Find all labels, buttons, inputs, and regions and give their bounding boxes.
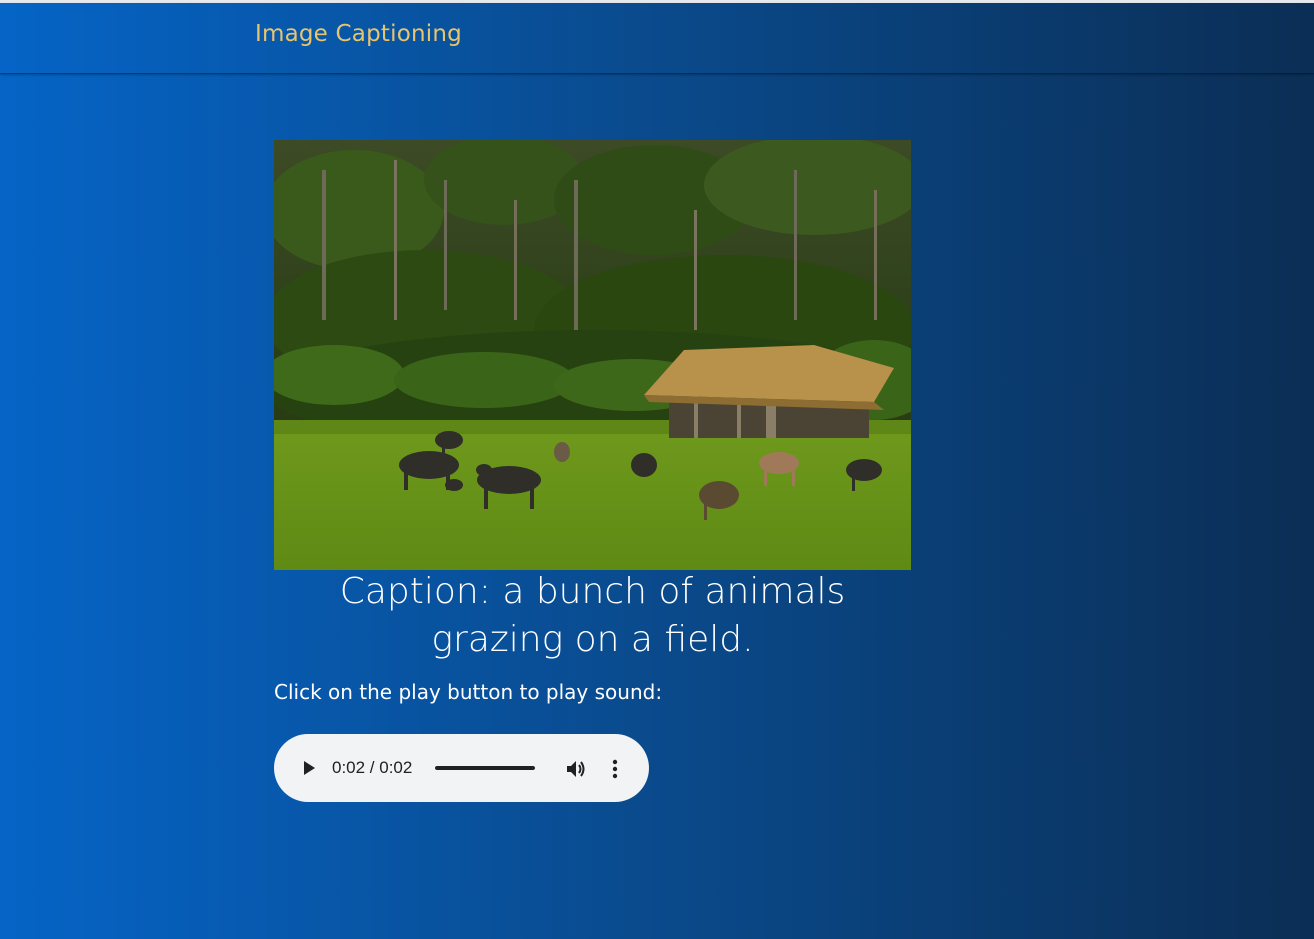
more-options-icon[interactable] [610,758,620,780]
audio-player[interactable]: 0:02 / 0:02 [274,734,649,802]
progress-slider[interactable] [435,766,535,770]
navbar: Image Captioning [0,3,1314,74]
progress-fill [435,766,535,770]
grazing-field-photo [274,140,911,570]
play-icon[interactable] [301,760,317,776]
caption-text: Caption: a bunch of animals grazing on a… [339,571,846,660]
play-instruction: Click on the play button to play sound: [274,680,663,704]
volume-icon[interactable] [565,758,587,780]
brand-title[interactable]: Image Captioning [255,21,462,47]
time-display: 0:02 / 0:02 [332,758,413,777]
